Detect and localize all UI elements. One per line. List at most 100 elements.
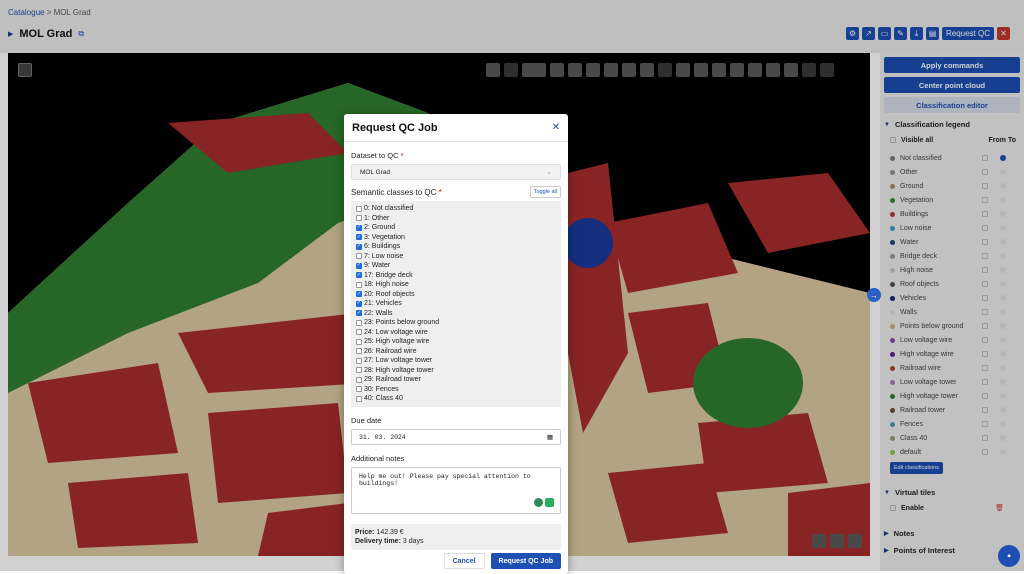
classes-header: Semantic classes to QC * Toggle all xyxy=(344,180,568,198)
calendar-icon[interactable]: ▦ xyxy=(547,433,553,441)
classes-label-text: Semantic classes to QC xyxy=(351,188,436,197)
class-checkbox-label: 20: Roof objects xyxy=(364,291,415,298)
required-marker: * xyxy=(401,151,404,160)
class-checkbox-label: 17: Bridge deck xyxy=(364,272,413,279)
class-checkbox[interactable] xyxy=(356,348,362,354)
class-checkbox-label: 6: Buildings xyxy=(364,243,400,250)
dataset-select[interactable]: MOL Grad ⌄ xyxy=(351,164,561,180)
class-checkbox-item[interactable]: ✓22: Walls xyxy=(356,309,556,319)
class-checkbox[interactable]: ✓ xyxy=(356,234,362,240)
chevron-down-icon: ⌄ xyxy=(547,168,552,176)
class-checkbox-label: 24: Low voltage wire xyxy=(364,329,428,336)
class-checkbox-item[interactable]: ✓3: Vegetation xyxy=(356,233,556,243)
class-checkbox[interactable]: ✓ xyxy=(356,225,362,231)
class-checkbox-item[interactable]: 0: Not classified xyxy=(356,204,556,214)
class-checkbox[interactable]: ✓ xyxy=(356,272,362,278)
class-checkbox[interactable] xyxy=(356,358,362,364)
delivery-line: Delivery time: 3 days xyxy=(355,537,557,546)
class-checkbox-item[interactable]: ✓21: Vehicles xyxy=(356,299,556,309)
dialog-title: Request QC Job xyxy=(352,122,438,134)
request-qc-job-button[interactable]: Request QC Job xyxy=(491,553,561,569)
dataset-select-value: MOL Grad xyxy=(360,169,390,176)
extension-icons xyxy=(534,498,554,507)
class-checkbox[interactable] xyxy=(356,367,362,373)
delivery-value: 3 days xyxy=(403,538,424,545)
price-value: 142.39 € xyxy=(376,529,403,536)
class-checkbox-label: 25: High voltage wire xyxy=(364,338,429,345)
class-checkbox[interactable] xyxy=(356,396,362,402)
chat-bubble-icon[interactable]: ▪ xyxy=(998,545,1020,567)
class-checkbox-label: 27: Low voltage tower xyxy=(364,357,432,364)
class-checkbox-item[interactable]: ✓9: Water xyxy=(356,261,556,271)
class-checkbox[interactable]: ✓ xyxy=(356,244,362,250)
due-date-value: 31. 03. 2024 xyxy=(359,434,406,441)
class-checkbox-label: 1: Other xyxy=(364,215,389,222)
class-checkbox[interactable] xyxy=(356,206,362,212)
class-checkbox-label: 9: Water xyxy=(364,262,390,269)
class-checkbox-item[interactable]: 23: Points below ground xyxy=(356,318,556,328)
dialog-actions: Cancel Request QC Job xyxy=(444,553,561,569)
class-checkbox[interactable]: ✓ xyxy=(356,263,362,269)
class-checkbox-item[interactable]: 24: Low voltage wire xyxy=(356,328,556,338)
grammar-extension-icon[interactable] xyxy=(534,498,543,507)
class-checkbox-label: 21: Vehicles xyxy=(364,300,402,307)
class-checkbox-label: 26: Railroad wire xyxy=(364,348,417,355)
class-checkbox[interactable]: ✓ xyxy=(356,310,362,316)
class-checkbox-label: 7: Low noise xyxy=(364,253,403,260)
price-label: Price: xyxy=(355,529,374,536)
class-checkbox-item[interactable]: 29: Railroad tower xyxy=(356,375,556,385)
class-checkbox[interactable] xyxy=(356,339,362,345)
class-checkbox[interactable] xyxy=(356,329,362,335)
required-marker: * xyxy=(439,188,442,197)
close-icon[interactable]: ✕ xyxy=(552,122,560,133)
class-checkbox-label: 0: Not classified xyxy=(364,205,413,212)
dataset-label-text: Dataset to QC xyxy=(351,151,399,160)
class-checkbox-item[interactable]: ✓2: Ground xyxy=(356,223,556,233)
class-checkbox-label: 22: Walls xyxy=(364,310,393,317)
classes-label: Semantic classes to QC * xyxy=(351,188,442,197)
class-checkbox[interactable] xyxy=(356,253,362,259)
notes-textarea[interactable]: Help me out! Please pay special attentio… xyxy=(351,467,561,514)
class-checkbox[interactable] xyxy=(356,320,362,326)
due-date-input[interactable]: 31. 03. 2024 ▦ xyxy=(351,429,561,445)
class-checkbox-item[interactable]: 1: Other xyxy=(356,214,556,224)
assistant-extension-icon[interactable] xyxy=(545,498,554,507)
cancel-button[interactable]: Cancel xyxy=(444,553,485,569)
class-checkbox-item[interactable]: 18: High noise xyxy=(356,280,556,290)
class-checkbox-item[interactable]: 30: Fences xyxy=(356,385,556,395)
notes-label: Additional notes xyxy=(344,445,568,463)
class-checkbox-label: 28: High voltage tower xyxy=(364,367,434,374)
dataset-label: Dataset to QC * xyxy=(344,142,568,160)
class-checkbox-item[interactable]: ✓6: Buildings xyxy=(356,242,556,252)
notes-value: Help me out! Please pay special attentio… xyxy=(359,473,531,487)
class-checkbox-label: 23: Points below ground xyxy=(364,319,439,326)
class-checkbox-item[interactable]: 7: Low noise xyxy=(356,252,556,262)
price-box: Price: 142.39 € Delivery time: 3 days xyxy=(351,524,561,550)
class-checkbox-label: 3: Vegetation xyxy=(364,234,405,241)
class-checkbox-label: 30: Fences xyxy=(364,386,399,393)
due-date-label: Due date xyxy=(344,407,568,425)
class-checkbox[interactable]: ✓ xyxy=(356,291,362,297)
class-checkbox-item[interactable]: 28: High voltage tower xyxy=(356,366,556,376)
class-checkbox-label: 2: Ground xyxy=(364,224,395,231)
class-checkbox[interactable]: ✓ xyxy=(356,301,362,307)
class-checkbox[interactable] xyxy=(356,215,362,221)
class-checkbox-label: 18: High noise xyxy=(364,281,409,288)
class-checkbox[interactable] xyxy=(356,386,362,392)
class-checkbox-label: 40: Class 40 xyxy=(364,395,403,402)
class-checkbox-item[interactable]: 25: High voltage wire xyxy=(356,337,556,347)
class-checkbox-list: 0: Not classified1: Other✓2: Ground✓3: V… xyxy=(351,201,561,407)
class-checkbox-item[interactable]: ✓20: Roof objects xyxy=(356,290,556,300)
dialog-header: Request QC Job ✕ xyxy=(344,114,568,142)
class-checkbox[interactable] xyxy=(356,377,362,383)
class-checkbox-item[interactable]: ✓17: Bridge deck xyxy=(356,271,556,281)
class-checkbox-item[interactable]: 27: Low voltage tower xyxy=(356,356,556,366)
panel-toggle-arrow-icon[interactable]: → xyxy=(867,288,881,302)
toggle-all-button[interactable]: Toggle all xyxy=(530,186,561,198)
price-line: Price: 142.39 € xyxy=(355,528,557,537)
delivery-label: Delivery time: xyxy=(355,538,401,545)
class-checkbox-item[interactable]: 26: Railroad wire xyxy=(356,347,556,357)
class-checkbox-label: 29: Railroad tower xyxy=(364,376,421,383)
class-checkbox-item[interactable]: 40: Class 40 xyxy=(356,394,556,404)
class-checkbox[interactable] xyxy=(356,282,362,288)
